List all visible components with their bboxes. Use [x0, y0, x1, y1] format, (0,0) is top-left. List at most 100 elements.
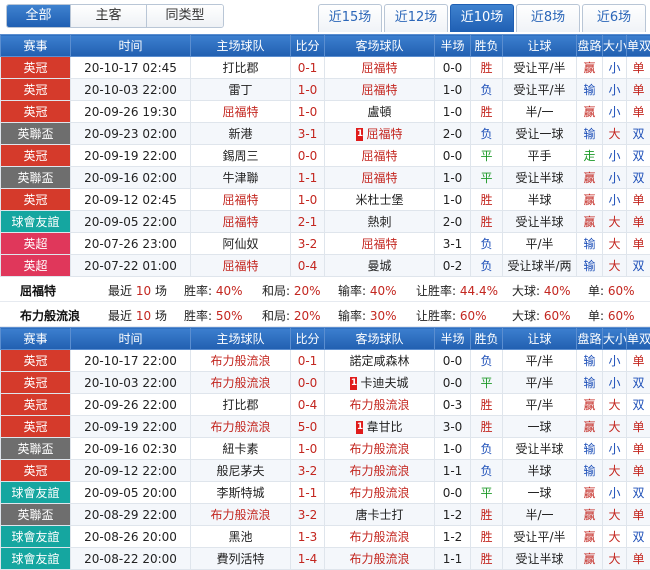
home-team-cell[interactable]: 紐卡素	[191, 438, 291, 460]
pan-cell: 赢	[577, 101, 603, 123]
away-team-cell[interactable]: 盧頓	[325, 101, 435, 123]
league-cell[interactable]: 英冠	[1, 416, 71, 438]
away-team-cell[interactable]: 屈福特	[325, 57, 435, 79]
league-cell[interactable]: 英冠	[1, 79, 71, 101]
home-team-cell[interactable]: 阿仙奴	[191, 233, 291, 255]
league-cell[interactable]: 英聯盃	[1, 167, 71, 189]
home-team-cell[interactable]: 牛津聯	[191, 167, 291, 189]
score-cell[interactable]: 0-0	[291, 145, 325, 167]
home-team-cell[interactable]: 布力般流浪	[191, 372, 291, 394]
score-cell[interactable]: 3-2	[291, 460, 325, 482]
league-cell[interactable]: 英聯盃	[1, 123, 71, 145]
score-cell[interactable]: 1-3	[291, 526, 325, 548]
tab-recent-8[interactable]: 近8场	[516, 4, 580, 32]
scope-all-button[interactable]: 全部	[7, 5, 71, 27]
away-team-cell[interactable]: 米杜士堡	[325, 189, 435, 211]
home-team-cell[interactable]: 布力般流浪	[191, 504, 291, 526]
home-team-cell[interactable]: 屈福特	[191, 189, 291, 211]
home-team-cell[interactable]: 打比郡	[191, 394, 291, 416]
over-under-cell: 小	[603, 372, 627, 394]
away-team-cell[interactable]: 屈福特	[325, 167, 435, 189]
tab-recent-12[interactable]: 近12场	[384, 4, 448, 32]
score-cell[interactable]: 2-1	[291, 211, 325, 233]
score-cell[interactable]: 1-1	[291, 167, 325, 189]
tab-recent-15[interactable]: 近15场	[318, 4, 382, 32]
score-cell[interactable]: 3-2	[291, 233, 325, 255]
league-cell[interactable]: 英冠	[1, 189, 71, 211]
home-team-cell[interactable]: 屈福特	[191, 211, 291, 233]
score-cell[interactable]: 1-0	[291, 101, 325, 123]
league-cell[interactable]: 球會友誼	[1, 482, 71, 504]
tab-recent-6[interactable]: 近6场	[582, 4, 646, 32]
league-cell[interactable]: 球會友誼	[1, 526, 71, 548]
away-team-cell[interactable]: 屈福特	[325, 233, 435, 255]
odd-even-cell: 双	[627, 394, 650, 416]
away-team-cell[interactable]: 1卡迪夫城	[325, 372, 435, 394]
league-cell[interactable]: 英冠	[1, 101, 71, 123]
scope-same-type-button[interactable]: 同类型	[147, 5, 223, 27]
score-cell[interactable]: 5-0	[291, 416, 325, 438]
score-cell[interactable]: 1-1	[291, 482, 325, 504]
away-team-cell[interactable]: 布力般流浪	[325, 548, 435, 570]
score-cell[interactable]: 1-4	[291, 548, 325, 570]
league-cell[interactable]: 英超	[1, 233, 71, 255]
time-cell: 20-10-17 22:00	[71, 350, 191, 372]
halftime-cell: 0-2	[435, 255, 471, 277]
away-team-cell[interactable]: 熱刺	[325, 211, 435, 233]
over-under-cell: 大	[603, 233, 627, 255]
score-cell[interactable]: 1-0	[291, 189, 325, 211]
home-team-cell[interactable]: 打比郡	[191, 57, 291, 79]
score-cell[interactable]: 1-0	[291, 438, 325, 460]
league-cell[interactable]: 英聯盃	[1, 438, 71, 460]
league-cell[interactable]: 英冠	[1, 57, 71, 79]
home-team-cell[interactable]: 般尼茅夫	[191, 460, 291, 482]
away-team-cell[interactable]: 1韋甘比	[325, 416, 435, 438]
score-cell[interactable]: 0-1	[291, 350, 325, 372]
handicap-cell: 半球	[503, 460, 577, 482]
pan-cell: 输	[577, 350, 603, 372]
home-team-cell[interactable]: 新港	[191, 123, 291, 145]
home-team-cell[interactable]: 屈福特	[191, 101, 291, 123]
tab-recent-10[interactable]: 近10场	[450, 4, 514, 32]
score-cell[interactable]: 0-4	[291, 255, 325, 277]
score-cell[interactable]: 3-2	[291, 504, 325, 526]
score-cell[interactable]: 3-1	[291, 123, 325, 145]
home-team-cell[interactable]: 費列活特	[191, 548, 291, 570]
league-cell[interactable]: 英冠	[1, 460, 71, 482]
handicap-cell: 平手	[503, 145, 577, 167]
away-team-cell[interactable]: 布力般流浪	[325, 482, 435, 504]
home-team-cell[interactable]: 李斯特城	[191, 482, 291, 504]
away-team-cell[interactable]: 1屈福特	[325, 123, 435, 145]
away-team-cell[interactable]: 屈福特	[325, 145, 435, 167]
home-team-cell[interactable]: 錫周三	[191, 145, 291, 167]
league-cell[interactable]: 英聯盃	[1, 504, 71, 526]
over-under-cell: 大	[603, 526, 627, 548]
league-cell[interactable]: 球會友誼	[1, 548, 71, 570]
away-team-cell[interactable]: 布力般流浪	[325, 438, 435, 460]
away-team-cell[interactable]: 布力般流浪	[325, 526, 435, 548]
result-cell: 平	[471, 482, 503, 504]
league-cell[interactable]: 英冠	[1, 372, 71, 394]
score-cell[interactable]: 0-1	[291, 57, 325, 79]
home-team-cell[interactable]: 雷丁	[191, 79, 291, 101]
league-cell[interactable]: 英冠	[1, 145, 71, 167]
away-team-cell[interactable]: 屈福特	[325, 79, 435, 101]
league-cell[interactable]: 英冠	[1, 394, 71, 416]
away-team-cell[interactable]: 布力般流浪	[325, 394, 435, 416]
league-cell[interactable]: 英冠	[1, 350, 71, 372]
home-team-cell[interactable]: 布力般流浪	[191, 416, 291, 438]
home-team-cell[interactable]: 黑池	[191, 526, 291, 548]
away-team-cell[interactable]: 布力般流浪	[325, 460, 435, 482]
score-cell[interactable]: 0-4	[291, 394, 325, 416]
away-team-cell[interactable]: 諾定咸森林	[325, 350, 435, 372]
away-team-cell[interactable]: 唐卡士打	[325, 504, 435, 526]
league-cell[interactable]: 球會友誼	[1, 211, 71, 233]
away-team-cell[interactable]: 曼城	[325, 255, 435, 277]
score-cell[interactable]: 0-0	[291, 372, 325, 394]
home-team-cell[interactable]: 屈福特	[191, 255, 291, 277]
league-cell[interactable]: 英超	[1, 255, 71, 277]
score-cell[interactable]: 1-0	[291, 79, 325, 101]
home-team-cell[interactable]: 布力般流浪	[191, 350, 291, 372]
scope-home-away-button[interactable]: 主客	[71, 5, 147, 27]
col-score-header: 比分	[291, 328, 325, 350]
